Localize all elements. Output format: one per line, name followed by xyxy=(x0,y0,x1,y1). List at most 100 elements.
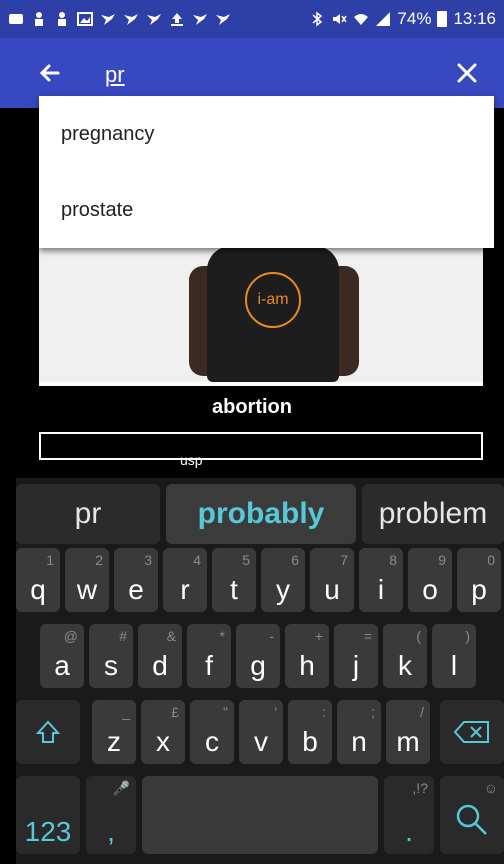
key-o[interactable]: 9o xyxy=(408,548,452,612)
key-label: e xyxy=(128,574,144,605)
keyboard: pr probably problem 1q2w3e4r5t6y7u8i9o0p… xyxy=(16,478,504,864)
key-label: q xyxy=(30,574,46,605)
space-key[interactable] xyxy=(142,776,378,854)
key-u[interactable]: 7u xyxy=(310,548,354,612)
back-arrow-icon[interactable] xyxy=(34,57,66,89)
key-p[interactable]: 0p xyxy=(457,548,501,612)
key-label: w xyxy=(76,574,98,605)
punctuation-hint: ,!? xyxy=(412,780,428,796)
key-r[interactable]: 4r xyxy=(163,548,207,612)
partial-result-text: usp xyxy=(180,452,203,468)
strip-suggestion-primary[interactable]: probably xyxy=(166,484,356,544)
key-row: 1q2w3e4r5t6y7u8i9o0p xyxy=(16,548,504,618)
key-i[interactable]: 8i xyxy=(359,548,403,612)
key-hint: / xyxy=(420,704,424,720)
key-n[interactable]: ; n xyxy=(337,700,381,764)
key-f[interactable]: * f xyxy=(187,624,231,688)
key-hint: ( xyxy=(416,628,421,644)
key-hint: 9 xyxy=(438,552,446,568)
key-label: t xyxy=(230,574,238,605)
key-l[interactable]: ) l xyxy=(432,624,476,688)
twitter-icon xyxy=(100,11,116,27)
notification-icons xyxy=(8,11,309,27)
clock: 13:16 xyxy=(453,9,496,28)
key-label: a xyxy=(54,650,70,681)
key-hint: £ xyxy=(171,704,179,720)
key-q[interactable]: 1q xyxy=(16,548,60,612)
keyboard-suggestion-strip: pr probably problem xyxy=(16,484,504,544)
key-e[interactable]: 3e xyxy=(114,548,158,612)
screen: 74% 13:16 i-am pregnancy prostate aborti… xyxy=(0,0,504,864)
backspace-key[interactable] xyxy=(440,700,504,764)
close-icon[interactable] xyxy=(451,57,483,89)
key-label: z xyxy=(107,726,121,757)
key-hint: ) xyxy=(465,628,470,644)
key-label: s xyxy=(104,650,118,681)
signal-icon xyxy=(375,11,391,27)
figure-torso: i-am xyxy=(207,246,339,382)
key-label: i xyxy=(377,574,385,605)
strip-suggestion[interactable]: pr xyxy=(16,484,160,544)
key-hint: + xyxy=(314,628,323,644)
suggestion-item[interactable]: pregnancy xyxy=(39,96,494,172)
key-z[interactable]: _ z xyxy=(92,700,136,764)
key-g[interactable]: -g xyxy=(236,624,280,688)
key-c[interactable]: " c xyxy=(190,700,234,764)
key-k[interactable]: (k xyxy=(383,624,427,688)
key-row: 123 🎤 , ,!? . ☺ xyxy=(16,776,504,862)
key-hint: 7 xyxy=(340,552,348,568)
numbers-key-label: 123 xyxy=(24,816,72,847)
key-hint: 2 xyxy=(95,552,103,568)
numbers-key[interactable]: 123 xyxy=(16,776,80,854)
key-j[interactable]: = j xyxy=(334,624,378,688)
key-label: n xyxy=(351,726,367,757)
message-icon xyxy=(8,11,24,27)
key-m[interactable]: / m xyxy=(386,700,430,764)
comma-key[interactable]: 🎤 , xyxy=(86,776,136,854)
iam-logo: i-am xyxy=(245,272,301,328)
key-hint: & xyxy=(166,628,176,644)
key-t[interactable]: 5t xyxy=(212,548,256,612)
key-w[interactable]: 2w xyxy=(65,548,109,612)
search-key[interactable]: ☺ xyxy=(440,776,504,854)
suggestion-item[interactable]: prostate xyxy=(39,172,494,248)
shift-key[interactable] xyxy=(16,700,80,764)
key-label: v xyxy=(254,726,268,757)
system-icons: 74% 13:16 xyxy=(309,9,496,29)
key-a[interactable]: @ a xyxy=(40,624,84,688)
video-caption: abortion xyxy=(212,396,292,418)
key-label: u xyxy=(324,574,340,605)
emoji-icon: ☺ xyxy=(483,780,498,796)
key-x[interactable]: £ x xyxy=(141,700,185,764)
key-hint: 5 xyxy=(242,552,250,568)
key-label: r xyxy=(180,574,190,605)
key-hint: " xyxy=(223,704,228,720)
period-key[interactable]: ,!? . xyxy=(384,776,434,854)
key-label: b xyxy=(302,726,318,757)
key-hint: - xyxy=(269,628,274,644)
key-hint: 4 xyxy=(193,552,201,568)
key-hint: = xyxy=(363,628,372,644)
key-v[interactable]: ' v xyxy=(239,700,283,764)
key-b[interactable]: :b xyxy=(288,700,332,764)
search-input[interactable] xyxy=(105,62,405,88)
strip-suggestion[interactable]: problem xyxy=(362,484,504,544)
key-y[interactable]: 6y xyxy=(261,548,305,612)
key-hint: ; xyxy=(371,704,375,720)
twitter-icon xyxy=(146,11,162,27)
key-d[interactable]: & d xyxy=(138,624,182,688)
key-label: k xyxy=(398,650,412,681)
key-hint: : xyxy=(322,704,326,720)
key-label: p xyxy=(471,574,487,605)
key-hint: 0 xyxy=(487,552,495,568)
person-icon xyxy=(31,11,47,27)
key-row: _ z £ x " c ' v: b; n / m xyxy=(16,700,504,770)
key-h[interactable]: + h xyxy=(285,624,329,688)
result-box[interactable] xyxy=(39,432,483,460)
key-label: j xyxy=(352,650,360,681)
twitter-icon xyxy=(215,11,231,27)
twitter-icon xyxy=(192,11,208,27)
status-bar: 74% 13:16 xyxy=(0,0,504,38)
wifi-icon xyxy=(353,11,369,27)
key-s[interactable]: # s xyxy=(89,624,133,688)
